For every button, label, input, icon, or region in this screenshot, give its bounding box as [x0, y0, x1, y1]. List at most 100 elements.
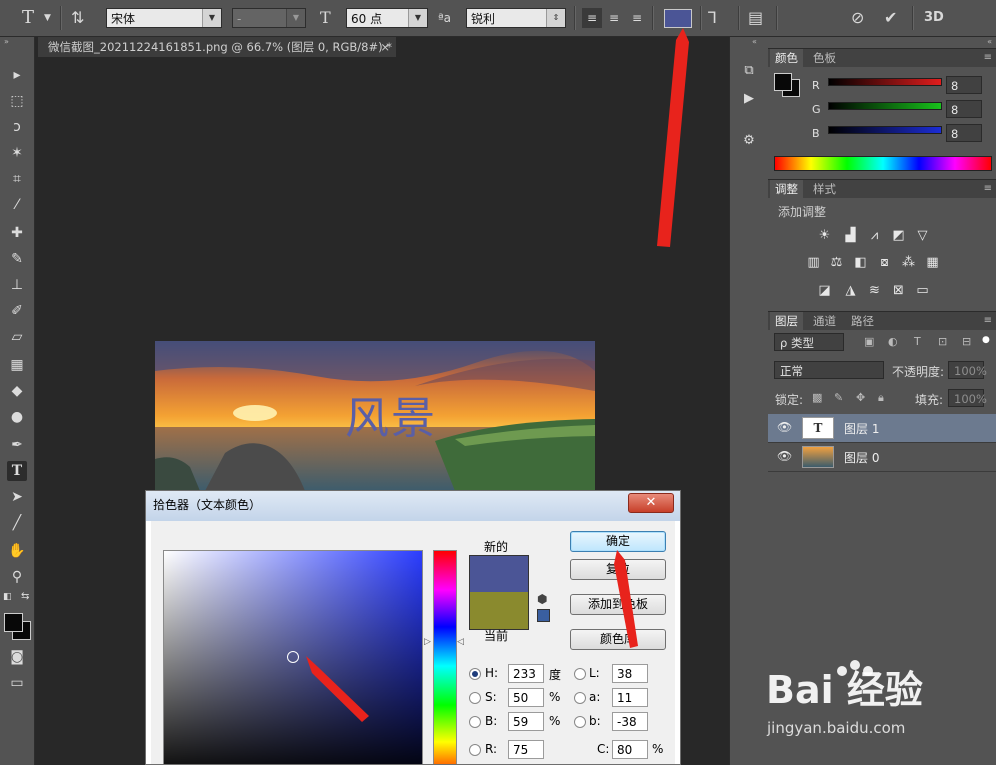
actions-play-icon[interactable]: ▶: [738, 89, 760, 109]
dodge-tool-icon[interactable]: ●: [7, 407, 27, 427]
a-radio[interactable]: [574, 692, 586, 704]
fill-field[interactable]: 100%: [948, 389, 987, 407]
collapse-chevron-icon[interactable]: «: [987, 37, 992, 46]
properties-panel-icon[interactable]: ⚙: [738, 131, 760, 151]
3d-icon[interactable]: 3D: [924, 8, 944, 28]
b-field[interactable]: 59: [508, 712, 544, 731]
photo-filter-icon[interactable]: ⧇: [876, 255, 893, 270]
red-slider[interactable]: [828, 78, 942, 86]
saturation-brightness-field[interactable]: [163, 550, 423, 764]
r-field[interactable]: 75: [508, 740, 544, 759]
character-panel-icon[interactable]: ▤: [748, 8, 763, 28]
layer-row[interactable]: 👁︎ T 图层 1: [768, 414, 996, 443]
h-radio[interactable]: [469, 668, 481, 680]
green-slider[interactable]: [828, 102, 942, 110]
green-value-field[interactable]: 8: [946, 100, 982, 118]
hue-slider-right-arrow[interactable]: ◁: [457, 637, 464, 647]
current-color-swatch[interactable]: [469, 592, 529, 630]
tab-channels[interactable]: 通道: [808, 312, 841, 330]
clone-stamp-tool-icon[interactable]: ⊥: [7, 275, 27, 295]
blue-value-field[interactable]: 8: [946, 124, 982, 142]
align-center-icon[interactable]: ≡: [604, 8, 624, 28]
s-field[interactable]: 50: [508, 688, 544, 707]
filter-shape-icon[interactable]: ⊡: [938, 335, 947, 348]
collapse-chevron-icon[interactable]: »: [4, 37, 9, 46]
tab-swatches[interactable]: 色板: [808, 49, 841, 67]
black-white-icon[interactable]: ◧: [852, 255, 869, 270]
hue-saturation-icon[interactable]: ▥: [805, 255, 822, 270]
filter-pixel-icon[interactable]: ▣: [864, 335, 874, 348]
red-value-field[interactable]: 8: [946, 76, 982, 94]
commit-icon[interactable]: ✔: [884, 8, 897, 28]
color-cursor[interactable]: [287, 651, 299, 663]
threshold-icon[interactable]: ≋: [866, 283, 883, 298]
document-tab[interactable]: 微信截图_20211224161851.png @ 66.7% (图层 0, R…: [38, 37, 396, 57]
vibrance-icon[interactable]: ▽: [914, 228, 931, 243]
path-selection-tool-icon[interactable]: ➤: [7, 487, 27, 507]
hand-tool-icon[interactable]: ✋: [7, 541, 27, 561]
text-orientation-icon[interactable]: ⇅: [71, 8, 84, 28]
tab-layers[interactable]: 图层: [770, 312, 803, 330]
pen-tool-icon[interactable]: ✒: [7, 435, 27, 455]
swap-colors-icon[interactable]: ⇆: [21, 591, 29, 602]
visibility-eye-icon[interactable]: 👁︎: [777, 420, 792, 434]
warp-text-icon[interactable]: Ꞁ: [708, 8, 717, 28]
reset-button[interactable]: 复位: [570, 559, 666, 580]
add-to-swatches-button[interactable]: 添加到色板: [570, 594, 666, 615]
gradient-map-icon[interactable]: ▭: [914, 283, 931, 298]
h-field[interactable]: 233: [508, 664, 544, 683]
s-radio[interactable]: [469, 692, 481, 704]
tab-adjustments[interactable]: 调整: [770, 180, 803, 198]
a-field[interactable]: 11: [612, 688, 648, 707]
hue-slider-left-arrow[interactable]: ▷: [424, 637, 431, 647]
lock-image-icon[interactable]: ✎: [834, 391, 843, 404]
image-overlay-text[interactable]: 风景: [345, 382, 437, 446]
tab-paths[interactable]: 路径: [846, 312, 879, 330]
marquee-tool-icon[interactable]: ⬚: [7, 91, 27, 111]
visibility-eye-icon[interactable]: 👁︎: [777, 449, 792, 463]
move-tool-icon[interactable]: ▸: [7, 65, 27, 85]
layer-name[interactable]: 图层 0: [844, 449, 879, 466]
exposure-icon[interactable]: ◩: [890, 228, 907, 243]
blend-mode-select[interactable]: 正常: [774, 361, 884, 379]
panel-menu-icon[interactable]: ≡: [984, 49, 992, 67]
color-balance-icon[interactable]: ⚖: [828, 255, 845, 270]
align-right-icon[interactable]: ≡: [627, 8, 647, 28]
panel-menu-icon[interactable]: ≡: [984, 180, 992, 198]
history-brush-tool-icon[interactable]: ✐: [7, 301, 27, 321]
b-lab-field[interactable]: -38: [612, 712, 648, 731]
b-lab-radio[interactable]: [574, 716, 586, 728]
lock-transparency-icon[interactable]: ▩: [812, 391, 822, 404]
collapse-chevron-icon[interactable]: «: [752, 37, 757, 46]
tab-styles[interactable]: 样式: [808, 180, 841, 198]
color-spectrum-ramp[interactable]: [774, 156, 992, 171]
font-style-select[interactable]: - ▼: [232, 8, 306, 28]
lasso-tool-icon[interactable]: ↄ: [7, 117, 27, 137]
zoom-tool-icon[interactable]: ⚲: [7, 567, 27, 587]
antialias-select[interactable]: 锐利 ⇕: [466, 8, 566, 28]
b-radio[interactable]: [469, 716, 481, 728]
channel-mixer-icon[interactable]: ⁂: [900, 255, 917, 270]
invert-icon[interactable]: ◪: [816, 283, 833, 298]
magic-wand-tool-icon[interactable]: ✶: [7, 143, 27, 163]
selective-color-icon[interactable]: ⊠: [890, 283, 907, 298]
align-left-icon[interactable]: ≡: [582, 8, 602, 28]
c-field[interactable]: 80: [612, 740, 648, 759]
healing-brush-tool-icon[interactable]: ✚: [7, 223, 27, 243]
filter-type-icon[interactable]: T: [914, 335, 921, 348]
color-libraries-button[interactable]: 颜色库: [570, 629, 666, 650]
quick-mask-icon[interactable]: ◙: [7, 647, 27, 667]
opacity-field[interactable]: 100%: [948, 361, 987, 379]
filter-toggle-icon[interactable]: ●: [982, 335, 990, 345]
crop-tool-icon[interactable]: ⌗: [7, 169, 27, 189]
tab-color[interactable]: 颜色: [770, 49, 803, 67]
lock-all-icon[interactable]: 🔒︎: [878, 391, 884, 405]
document-image[interactable]: 风景: [155, 341, 595, 491]
curves-icon[interactable]: ⩘: [866, 228, 883, 243]
screen-mode-icon[interactable]: ▭: [7, 673, 27, 693]
blur-tool-icon[interactable]: ◆: [7, 381, 27, 401]
layer-row[interactable]: 👁︎ 图层 0: [768, 443, 996, 472]
ok-button[interactable]: 确定: [570, 531, 666, 552]
foreground-color-swatch[interactable]: [4, 613, 23, 632]
lock-position-icon[interactable]: ✥: [856, 391, 865, 404]
